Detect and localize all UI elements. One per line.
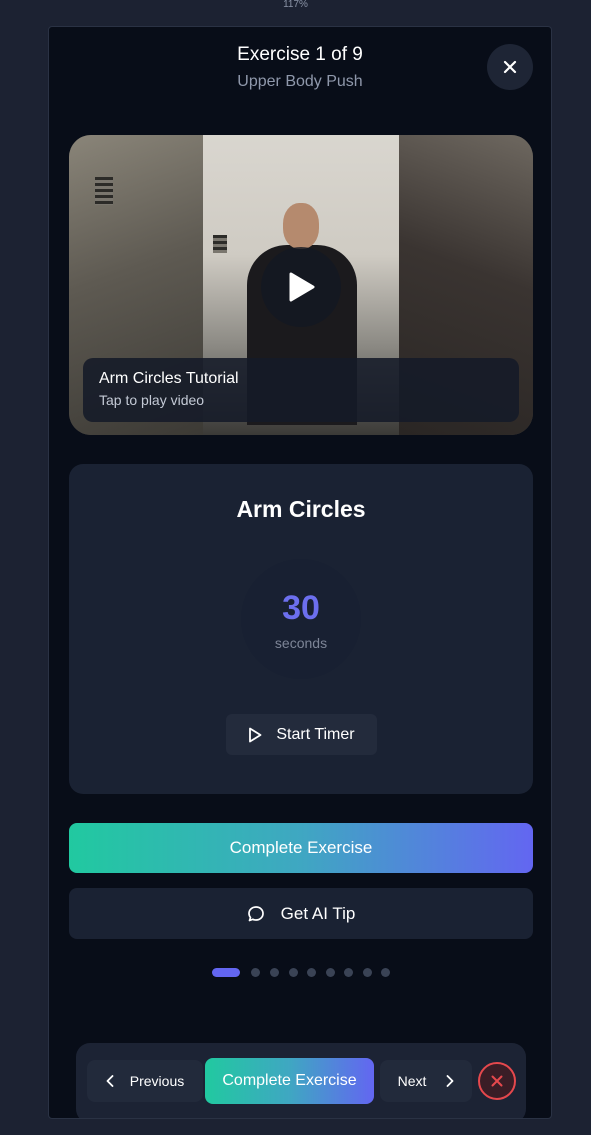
- exercise-name: Arm Circles: [236, 496, 366, 522]
- progress-dot: [307, 968, 316, 977]
- next-button[interactable]: Next: [380, 1060, 472, 1102]
- wall-vent-small: [213, 235, 227, 253]
- start-timer-button[interactable]: Start Timer: [226, 714, 377, 755]
- next-label: Next: [397, 1073, 427, 1089]
- play-video-button[interactable]: [261, 247, 341, 327]
- get-ai-tip-button[interactable]: Get AI Tip: [69, 888, 533, 939]
- video-caption[interactable]: Arm Circles Tutorial Tap to play video: [83, 358, 519, 422]
- chevron-left-icon: [106, 1075, 114, 1087]
- instructor-head: [283, 203, 319, 249]
- complete-exercise-label: Complete Exercise: [229, 838, 373, 857]
- close-button[interactable]: [487, 44, 533, 90]
- timer-value: 30: [282, 589, 320, 627]
- progress-dot-active: [212, 968, 240, 977]
- complete-exercise-button[interactable]: Complete Exercise: [69, 823, 533, 873]
- chat-bubble-icon: [247, 905, 264, 921]
- timer-unit: seconds: [274, 635, 328, 651]
- progress-dot: [289, 968, 298, 977]
- progress-dot: [270, 968, 279, 977]
- start-timer-label: Start Timer: [276, 725, 355, 743]
- progress-dot: [381, 968, 390, 977]
- bottom-nav-bar: Previous Complete Exercise Next: [76, 1043, 526, 1118]
- wall-vent: [95, 177, 113, 205]
- progress-dot: [251, 968, 260, 977]
- close-icon: [503, 60, 517, 74]
- exit-workout-button[interactable]: [478, 1062, 516, 1100]
- video-hint: Tap to play video: [99, 392, 205, 408]
- exit-icon: [491, 1075, 503, 1087]
- zoom-indicator: 117%: [283, 0, 308, 10]
- exercise-counter-title: Exercise 1 of 9: [237, 44, 363, 65]
- progress-dot: [344, 968, 353, 977]
- play-icon: [289, 272, 315, 302]
- get-ai-tip-label: Get AI Tip: [280, 903, 356, 923]
- previous-label: Previous: [129, 1073, 185, 1089]
- progress-dot: [363, 968, 372, 977]
- previous-button[interactable]: Previous: [87, 1060, 203, 1102]
- video-player[interactable]: Arm Circles Tutorial Tap to play video: [69, 135, 533, 435]
- exercise-modal: Exercise 1 of 9 Upper Body Push Arm Circ…: [48, 26, 552, 1119]
- video-title: Arm Circles Tutorial: [99, 370, 239, 387]
- bottom-complete-exercise-button[interactable]: Complete Exercise: [205, 1058, 374, 1104]
- play-outline-icon: [249, 727, 262, 742]
- progress-dots: [49, 967, 551, 977]
- workout-name-subtitle: Upper Body Push: [237, 73, 363, 90]
- progress-dot: [326, 968, 335, 977]
- exercise-card: Arm Circles 30 seconds Start Timer: [69, 464, 533, 794]
- bottom-complete-label: Complete Exercise: [222, 1072, 357, 1089]
- chevron-right-icon: [446, 1075, 454, 1087]
